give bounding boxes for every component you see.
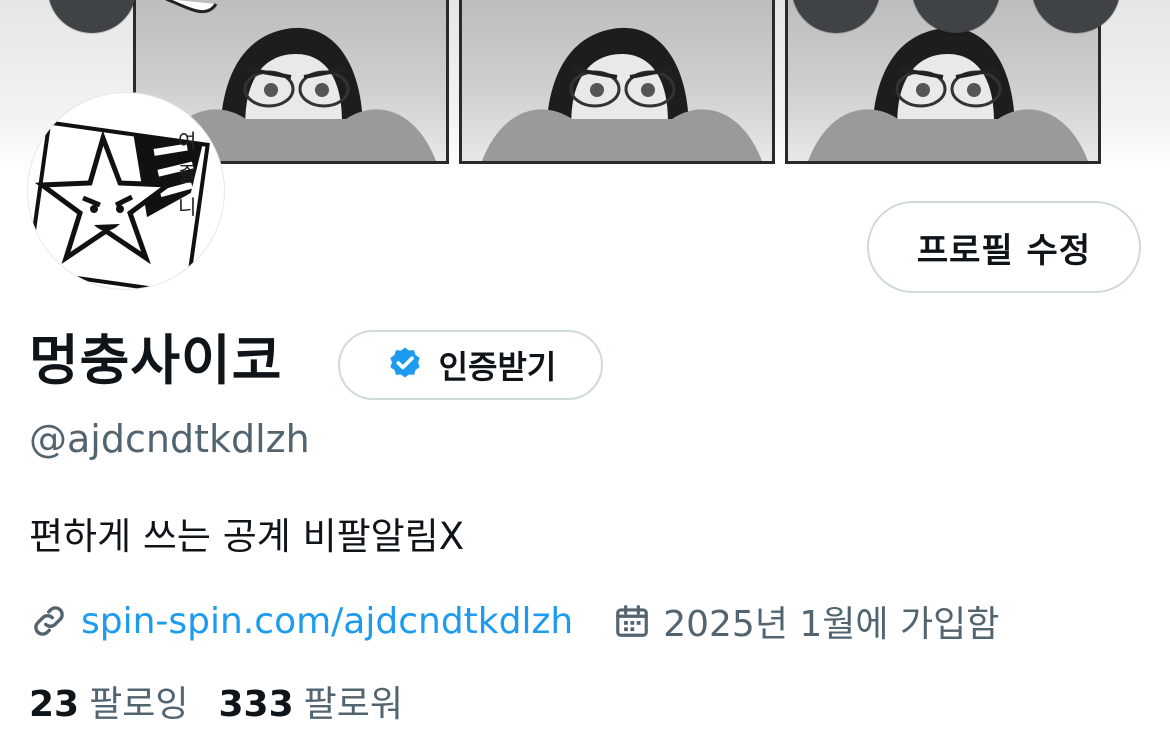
- star-character-avatar-icon: 여 즐 니: [28, 120, 210, 289]
- followers-link[interactable]: 333 팔로워: [218, 681, 403, 729]
- avatar[interactable]: 여 즐 니: [27, 92, 225, 290]
- banner-comic-panel: [459, 0, 775, 164]
- following-label: 팔로잉: [89, 684, 189, 725]
- joined-date: 2025년 1월에 가입함: [613, 595, 999, 647]
- following-count: 23: [29, 684, 80, 725]
- joined-date-label: 2025년 1월에 가입함: [663, 604, 1000, 645]
- get-verified-button[interactable]: 인증받기: [338, 330, 603, 400]
- get-verified-label: 인증받기: [438, 348, 557, 386]
- profile-bio: 편하게 쓰는 공계 비팔알림X: [29, 515, 465, 558]
- link-icon: [34, 606, 64, 636]
- edit-profile-button[interactable]: 프로필 수정: [867, 201, 1141, 293]
- edit-profile-label: 프로필 수정: [916, 230, 1092, 271]
- profile-meta: spin-spin.com/ajdcndtkdlzh 2025년 1월에 가입함: [29, 596, 999, 646]
- following-link[interactable]: 23 팔로잉: [29, 681, 188, 729]
- svg-text:니: 니: [178, 195, 196, 219]
- verified-badge-icon: [389, 347, 420, 378]
- followers-label: 팔로워: [303, 684, 404, 725]
- svg-text:즐: 즐: [178, 162, 196, 186]
- display-name: 멍충사이코: [29, 329, 283, 392]
- calendar-icon: [616, 605, 649, 637]
- follow-stats: 23 팔로잉 333 팔로워: [29, 681, 403, 729]
- followers-count: 333: [218, 684, 294, 725]
- user-handle: @ajdcndtkdlzh: [29, 417, 310, 461]
- svg-text:여: 여: [178, 129, 196, 153]
- website-link[interactable]: spin-spin.com/ajdcndtkdlzh: [81, 601, 573, 642]
